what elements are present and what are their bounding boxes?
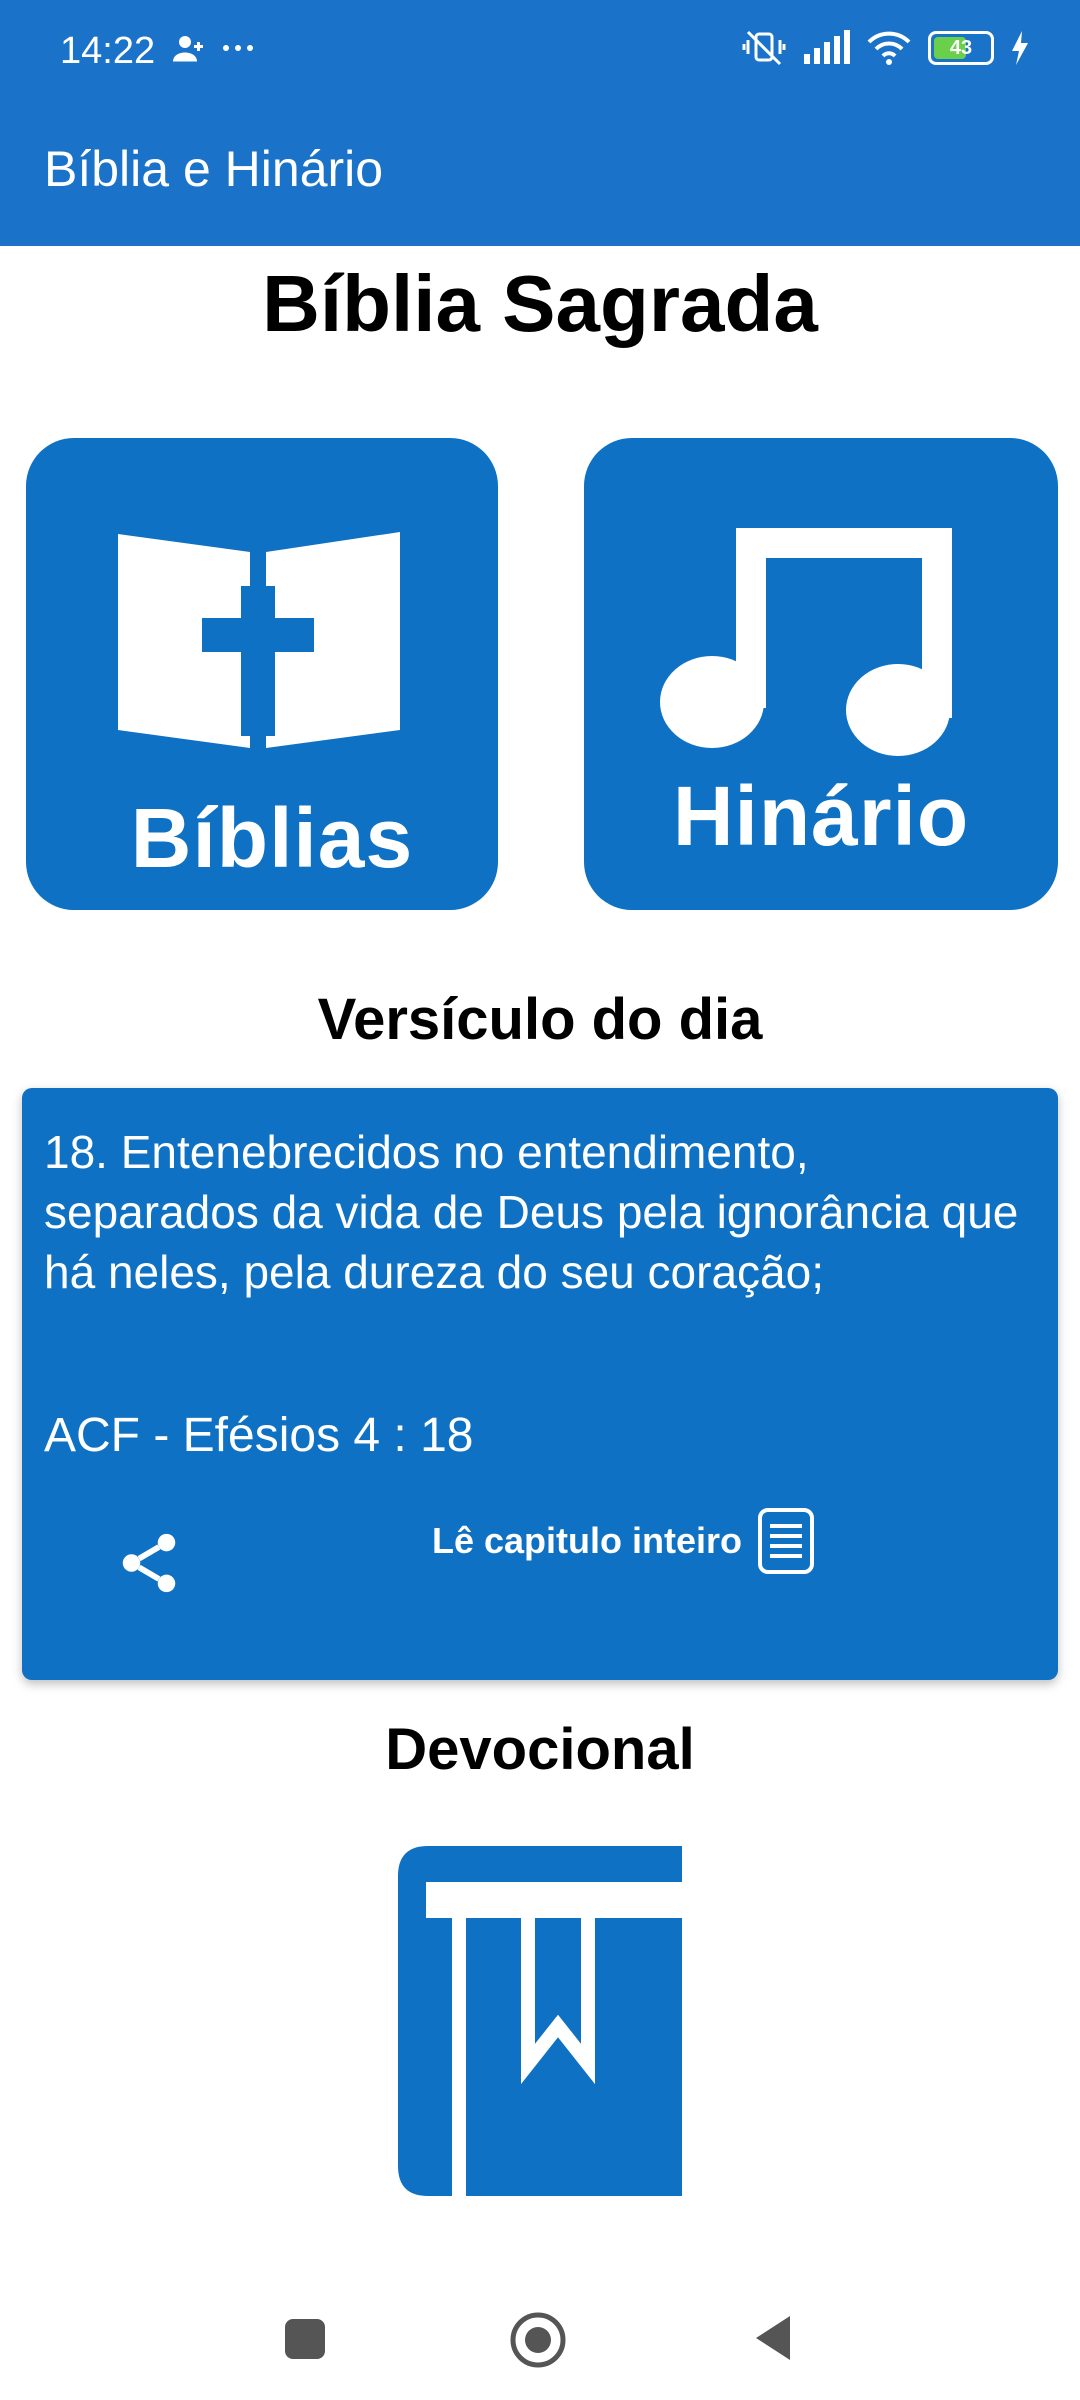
biblias-label: Bíblias [130,791,414,885]
system-nav-bar [0,2290,1080,2400]
signal-icon [804,30,850,64]
read-chapter-label: Lê capitulo inteiro [432,1520,743,1561]
page-title: Bíblia Sagrada [262,259,818,348]
status-time: 14:22 [60,30,156,72]
verse-reference: ACF - Efésios 4 : 18 [44,1409,474,1462]
music-note-icon [660,528,952,756]
document-icon [758,1508,815,1574]
battery-icon: 43 [928,31,994,65]
app-bar: 14:22 43 Bíblia e Hinário [0,0,1080,246]
status-right-icons: 43 [742,28,1030,68]
back-triangle-icon[interactable] [750,2312,796,2364]
verse-card: 18. Entenebrecidos no entendimento, sepa… [22,1088,1058,1680]
home-circle-icon[interactable] [508,2310,568,2370]
recents-square-icon[interactable] [282,2316,328,2362]
vibrate-off-icon [742,30,786,66]
devotional-title: Devocional [385,1717,695,1782]
charging-icon [1012,31,1028,65]
read-chapter-button[interactable]: Lê capitulo inteiro [432,1506,816,1576]
verse-of-day-title: Versículo do dia [317,987,763,1052]
person-add-icon [173,36,203,62]
biblias-tile[interactable]: Bíblias [26,438,498,910]
battery-level: 43 [949,36,973,59]
open-bible-cross-icon [118,532,400,748]
verse-text: 18. Entenebrecidos no entendimento, sepa… [44,1126,1019,1298]
wifi-icon [867,31,911,65]
app-title: Bíblia e Hinário [44,141,384,197]
hinario-label: Hinário [672,769,970,863]
status-left-icons [170,30,256,66]
share-icon[interactable] [114,1528,184,1598]
devotional-book-icon[interactable] [398,1846,682,2196]
hinario-tile[interactable]: Hinário [584,438,1058,910]
more-dots-icon [223,45,253,51]
